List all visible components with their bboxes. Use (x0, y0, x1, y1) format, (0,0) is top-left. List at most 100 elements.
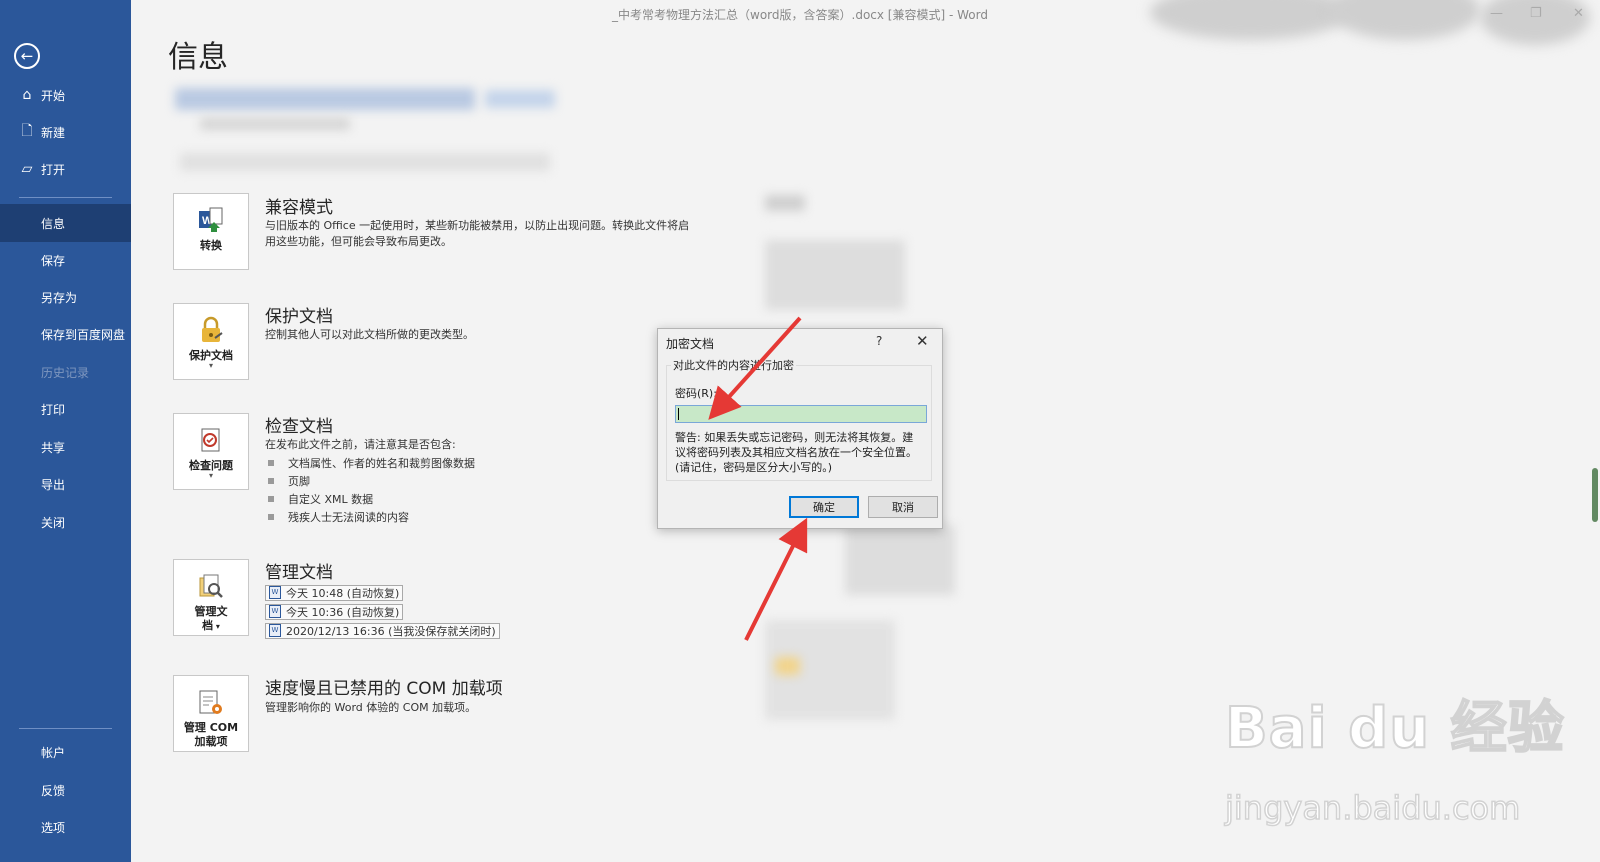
password-warning: 警告: 如果丢失或忘记密码，则无法将其恢复。建 议将密码列表及其相应文档名放在一… (675, 430, 929, 475)
protect-document-desc: 控制其他人可以对此文档所做的更改类型。 (265, 328, 474, 341)
sidebar-item-label: 新建 (41, 125, 66, 140)
convert-button-label: 转换 (200, 239, 222, 252)
inspect-document-desc: 在发布此文件之前，请注意其是否包含: (265, 438, 456, 451)
open-folder-icon: ▱ (21, 161, 33, 177)
manage-button-label-text: 档 (202, 619, 214, 632)
home-icon: ⌂ (22, 87, 32, 103)
compat-mode-title: 兼容模式 (265, 198, 333, 218)
watermark-url: jingyan.baidu.com (1224, 788, 1521, 828)
sidebar-item-feedback[interactable]: 反馈 (0, 772, 131, 808)
sidebar-item-account[interactable]: 帐户 (0, 734, 131, 770)
sidebar-item-info[interactable]: 信息 (0, 204, 131, 242)
chevron-down-icon: ▾ (213, 622, 220, 631)
lock-icon (196, 316, 226, 346)
redacted-document-path (175, 88, 475, 110)
protect-document-title: 保护文档 (265, 307, 333, 327)
compat-mode-desc-line: 与旧版本的 Office 一起使用时，某些新功能被禁用，以防止出现问题。转换此文… (265, 219, 690, 232)
sidebar-item-close[interactable]: 关闭 (0, 504, 131, 540)
close-window-icon[interactable]: ✕ (1573, 6, 1584, 21)
sidebar-item-new[interactable]: 🗋 新建 (0, 114, 131, 150)
sidebar-item-save-as[interactable]: 另存为 (0, 279, 131, 315)
minimize-icon[interactable]: — (1490, 6, 1503, 21)
redacted-document-path (485, 90, 555, 108)
sidebar-item-options[interactable]: 选项 (0, 809, 131, 845)
sidebar-item-open[interactable]: ▱ 打开 (0, 151, 131, 187)
word-document-icon: W (269, 624, 281, 637)
sidebar-item-label: 选项 (41, 820, 66, 835)
sidebar-item-print[interactable]: 打印 (0, 391, 131, 427)
manage-document-icon (196, 572, 226, 602)
restore-icon[interactable]: ❐ (1530, 6, 1542, 21)
password-field[interactable] (675, 405, 927, 423)
encrypt-document-dialog: 加密文档 ? ✕ 对此文件的内容进行加密 密码(R): 警告: 如果丢失或忘记密… (657, 328, 943, 529)
check-for-issues-button[interactable]: 检查问题 ▾ (173, 413, 249, 490)
inspect-document-icon (196, 426, 226, 456)
manage-document-button[interactable]: 管理文 档 ▾ (173, 559, 249, 636)
dialog-title: 加密文档 (666, 337, 715, 351)
warning-line: (请记住，密码是区分大小写的。) (675, 461, 833, 474)
manage-button-label-line: 管理文 (194, 605, 228, 618)
word-document-icon: W (269, 586, 281, 599)
redacted-properties-panel (775, 657, 800, 675)
scroll-indicator[interactable] (1592, 468, 1598, 522)
encrypt-group-label: 对此文件的内容进行加密 (671, 357, 796, 373)
com-button-label-line: 管理 COM (183, 721, 239, 734)
sidebar-item-label: 帐户 (41, 745, 66, 760)
word-document-icon: W (269, 605, 281, 618)
list-item-text: 残疾人士无法阅读的内容 (288, 511, 409, 524)
help-icon[interactable]: ? (876, 334, 882, 348)
text-cursor (678, 408, 679, 420)
sidebar-item-label: 历史记录 (41, 365, 90, 380)
watermark-brand: Bai du 经验 (1224, 695, 1565, 762)
redacted-document-location (200, 118, 350, 130)
warning-line: 议将密码列表及其相应文档名放在一个安全位置。 (675, 446, 917, 459)
password-label: 密码(R): (675, 387, 717, 400)
list-item: 文档属性、作者的姓名和裁剪图像数据 (268, 454, 475, 472)
sidebar-item-label: 信息 (41, 216, 66, 231)
manage-document-title: 管理文档 (265, 563, 333, 583)
compat-mode-desc-line: 用这些功能，但可能会导致布局更改。 (265, 235, 452, 248)
protect-document-button[interactable]: 保护文档 ▾ (173, 303, 249, 380)
manage-button-label: 管理文 档 ▾ (195, 605, 228, 634)
warning-line: 警告: 如果丢失或忘记密码，则无法将其恢复。建 (675, 431, 914, 444)
close-icon[interactable]: ✕ (916, 332, 929, 350)
baidu-jingyan-watermark: Bai du 经验 jingyan.baidu.com (1224, 683, 1565, 828)
list-item: 页脚 (268, 472, 475, 490)
redacted-properties-panel (845, 525, 955, 595)
version-item[interactable]: W 今天 10:36 (自动恢复) (265, 602, 500, 621)
sidebar-item-label: 打印 (41, 402, 66, 417)
sidebar-item-label: 保存到百度网盘 (41, 327, 126, 342)
version-label: 今天 10:48 (自动恢复) (286, 586, 400, 600)
redacted-properties-panel (765, 240, 905, 310)
redacted-properties-panel (765, 195, 805, 211)
cancel-button[interactable]: 取消 (868, 496, 938, 518)
sidebar-item-label: 导出 (41, 477, 66, 492)
backstage-sidebar: ← ⌂ 开始 🗋 新建 ▱ 打开 信息 保存 另存为 保存到百度网盘 历史记录 … (0, 0, 131, 862)
sidebar-divider (19, 728, 112, 729)
ok-button[interactable]: 确定 (789, 496, 859, 518)
sidebar-item-save[interactable]: 保存 (0, 242, 131, 278)
com-button-label: 管理 COM 加载项 (184, 721, 238, 749)
sidebar-item-history: 历史记录 (0, 354, 131, 390)
sidebar-item-label: 打开 (41, 162, 66, 177)
list-item-text: 自定义 XML 数据 (288, 493, 374, 506)
sidebar-item-save-baidu[interactable]: 保存到百度网盘 (0, 316, 131, 352)
list-item: 残疾人士无法阅读的内容 (268, 508, 475, 526)
version-label: 2020/12/13 16:36 (当我没保存就关闭时) (286, 624, 496, 638)
list-item: 自定义 XML 数据 (268, 490, 475, 508)
sidebar-item-share[interactable]: 共享 (0, 429, 131, 465)
manage-com-addins-button[interactable]: 管理 COM 加载项 (173, 675, 249, 752)
version-item[interactable]: W 今天 10:48 (自动恢复) (265, 583, 500, 602)
back-arrow-icon[interactable]: ← (14, 43, 40, 69)
sidebar-item-label: 反馈 (41, 783, 66, 798)
sidebar-item-export[interactable]: 导出 (0, 466, 131, 502)
convert-button[interactable]: W 转换 (173, 193, 249, 270)
autosave-version-list: W 今天 10:48 (自动恢复) W 今天 10:36 (自动恢复) W 2020/… (265, 583, 500, 640)
version-label: 今天 10:36 (自动恢复) (286, 605, 400, 619)
version-item[interactable]: W 2020/12/13 16:36 (当我没保存就关闭时) (265, 621, 500, 640)
page-title: 信息 (168, 40, 228, 75)
inspect-document-title: 检查文档 (265, 417, 333, 437)
bullet-icon (268, 496, 274, 502)
sidebar-item-home[interactable]: ⌂ 开始 (0, 77, 131, 113)
com-addins-title: 速度慢且已禁用的 COM 加载项 (265, 679, 503, 699)
